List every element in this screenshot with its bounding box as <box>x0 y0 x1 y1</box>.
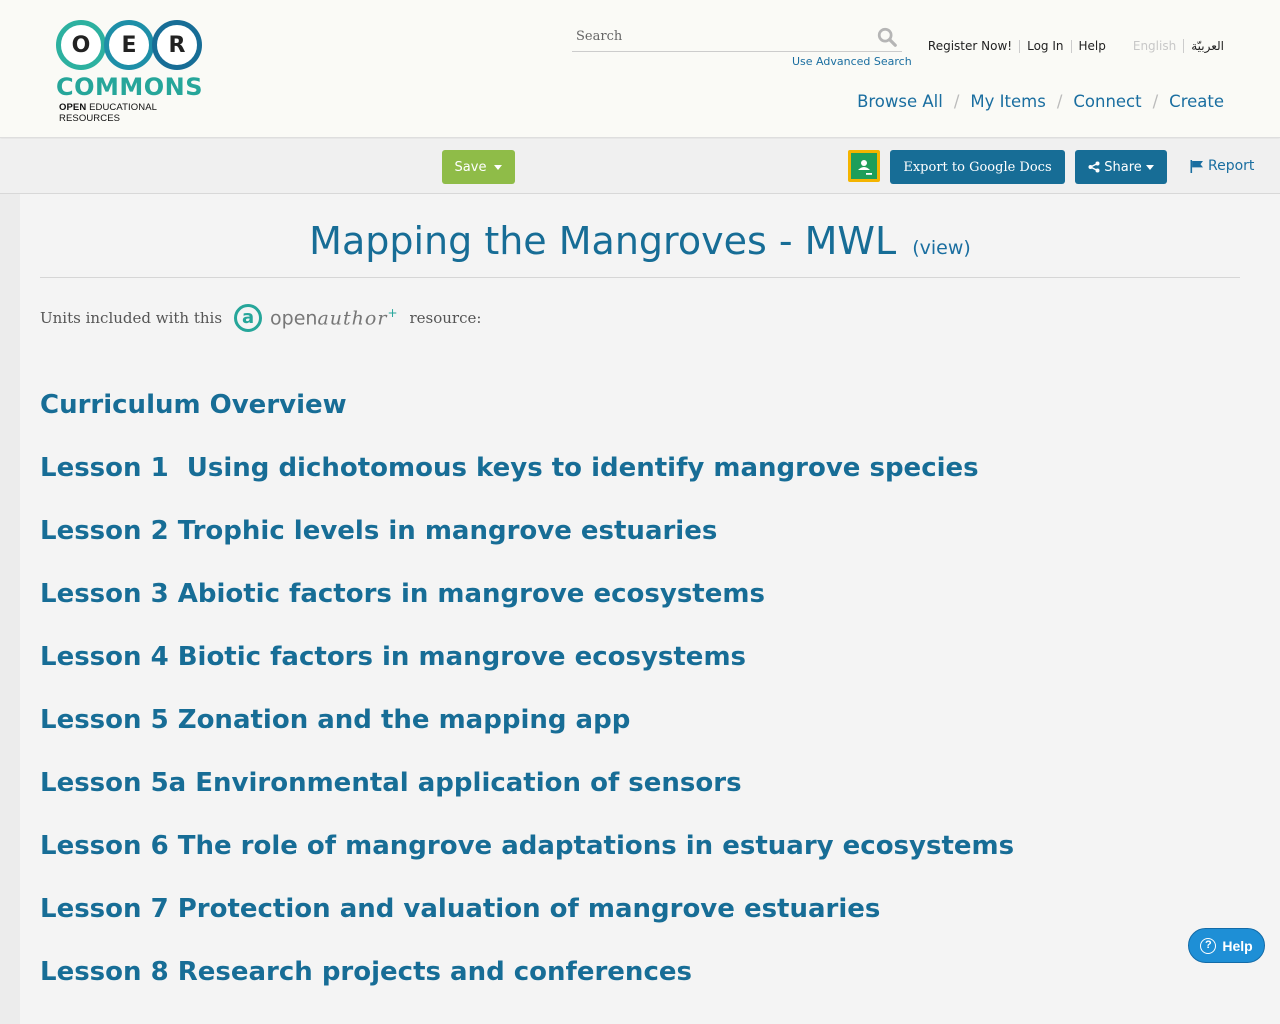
openauthor-author: author <box>317 307 388 330</box>
title-divider <box>40 277 1240 278</box>
report-link[interactable]: Report <box>1190 158 1254 174</box>
save-button-label: Save <box>454 159 487 175</box>
unit-link-lesson-5[interactable]: Lesson 5 Zonation and the mapping app <box>40 703 1240 766</box>
lang-english[interactable]: English <box>1133 39 1185 53</box>
register-link[interactable]: Register Now! <box>921 39 1021 53</box>
unit-link-lesson-6[interactable]: Lesson 6 The role of mangrove adaptation… <box>40 829 1240 892</box>
left-gutter <box>0 194 20 1024</box>
units-intro: Units included with this a openauthor+ r… <box>40 304 481 332</box>
units-list: Curriculum Overview Lesson 1 Using dicho… <box>40 388 1240 1018</box>
report-label: Report <box>1208 158 1255 174</box>
language-switcher: English العربيّة <box>1133 39 1224 53</box>
nav-create[interactable]: Create <box>1169 92 1224 111</box>
logo-tagline: OPEN EDUCATIONAL RESOURCES <box>59 102 206 124</box>
view-link[interactable]: (view) <box>912 237 971 259</box>
site-header: O E R COMMONS OPEN EDUCATIONAL RESOURCES… <box>0 0 1280 138</box>
nav-separator: / <box>1056 92 1063 111</box>
logo-letter-r: R <box>152 20 202 70</box>
chevron-down-icon <box>494 164 503 170</box>
page-title-text: Mapping the Mangroves - MWL <box>309 219 897 263</box>
logo-tagline-bold: OPEN <box>59 102 87 113</box>
chevron-down-icon <box>1145 164 1154 170</box>
help-widget-button[interactable]: ? Help <box>1188 928 1265 963</box>
openauthor-open: open <box>270 307 318 330</box>
question-icon: ? <box>1200 937 1217 954</box>
unit-link-lesson-7[interactable]: Lesson 7 Protection and valuation of man… <box>40 892 1240 955</box>
unit-link-lesson-4[interactable]: Lesson 4 Biotic factors in mangrove ecos… <box>40 640 1240 703</box>
help-widget-label: Help <box>1222 937 1253 954</box>
unit-link-lesson-3[interactable]: Lesson 3 Abiotic factors in mangrove eco… <box>40 577 1240 640</box>
flag-icon <box>1190 159 1203 173</box>
openauthor-wordmark: openauthor+ <box>270 306 397 329</box>
nav-my-items[interactable]: My Items <box>970 92 1045 111</box>
main-nav: Browse All / My Items / Connect / Create <box>857 92 1224 111</box>
utility-nav: Register Now! Log In Help English العربي… <box>921 39 1224 53</box>
nav-separator: / <box>953 92 960 111</box>
search-input[interactable] <box>572 22 862 50</box>
unit-link-lesson-2[interactable]: Lesson 2 Trophic levels in mangrove estu… <box>40 514 1240 577</box>
oer-commons-logo[interactable]: O E R COMMONS OPEN EDUCATIONAL RESOURCES <box>56 20 206 124</box>
logo-letter-o: O <box>56 20 106 70</box>
logo-commons-text: COMMONS <box>56 73 204 101</box>
lang-arabic[interactable]: العربيّة <box>1184 39 1224 53</box>
search-box <box>572 22 902 52</box>
help-link[interactable]: Help <box>1072 39 1113 53</box>
openauthor-plus: + <box>387 306 398 321</box>
page-title: Mapping the Mangroves - MWL (view) <box>40 218 1240 271</box>
logo-letters: O E R <box>56 20 206 70</box>
search-icon[interactable] <box>876 26 898 48</box>
share-button-label: Share <box>1104 159 1142 175</box>
save-button[interactable]: Save <box>442 150 515 184</box>
share-button[interactable]: Share <box>1075 150 1167 184</box>
classroom-person-icon <box>858 160 872 175</box>
advanced-search-link[interactable]: Use Advanced Search <box>792 55 912 68</box>
nav-connect[interactable]: Connect <box>1073 92 1141 111</box>
google-classroom-button[interactable] <box>848 150 880 182</box>
export-google-docs-button[interactable]: Export to Google Docs <box>890 150 1065 184</box>
nav-browse-all[interactable]: Browse All <box>857 92 943 111</box>
openauthor-icon: a <box>234 304 263 332</box>
logo-letter-e: E <box>104 20 154 70</box>
share-icon <box>1088 161 1100 173</box>
unit-link-lesson-8[interactable]: Lesson 8 Research projects and conferenc… <box>40 955 1240 1018</box>
resource-toolbar: Save Export to Google Docs Share Report <box>0 139 1280 194</box>
nav-separator: / <box>1152 92 1159 111</box>
login-link[interactable]: Log In <box>1020 39 1072 53</box>
unit-link-curriculum-overview[interactable]: Curriculum Overview <box>40 388 1240 451</box>
openauthor-logo: a openauthor+ <box>234 304 398 332</box>
unit-link-lesson-5a[interactable]: Lesson 5a Environmental application of s… <box>40 766 1240 829</box>
unit-link-lesson-1[interactable]: Lesson 1 Using dichotomous keys to ident… <box>40 451 1240 514</box>
units-intro-prefix: Units included with this <box>40 309 223 327</box>
google-classroom-icon <box>851 153 877 179</box>
units-intro-suffix: resource: <box>409 309 482 327</box>
